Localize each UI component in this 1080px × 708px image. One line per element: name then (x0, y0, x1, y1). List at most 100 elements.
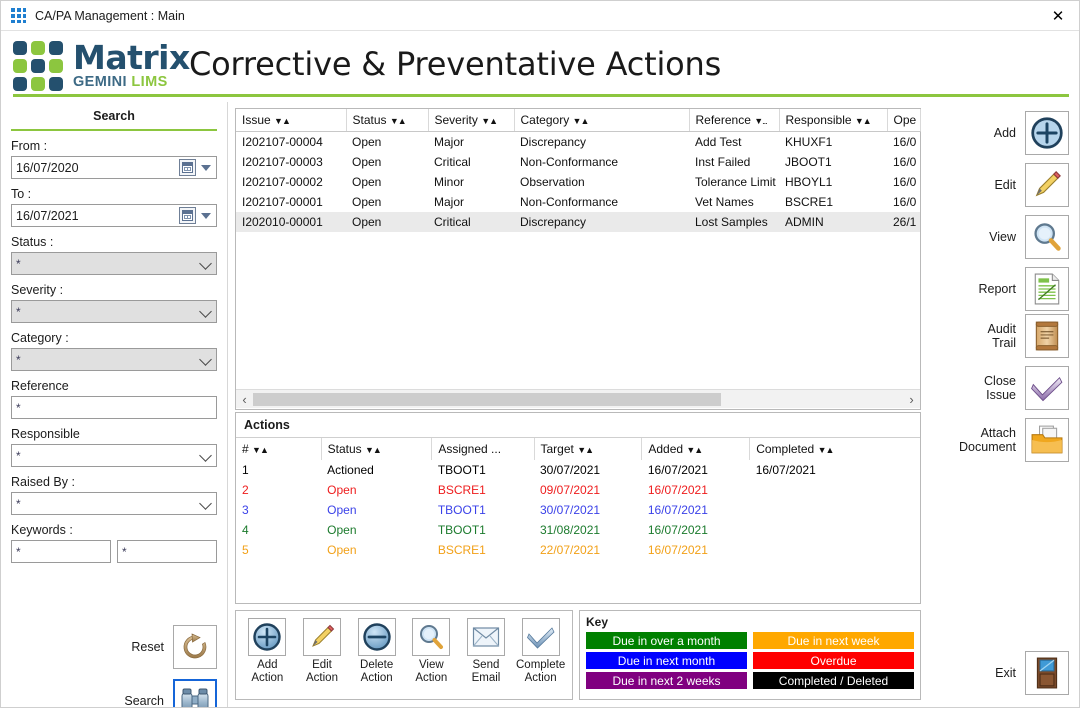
column-header-issue[interactable]: Issue ▼▲ (236, 109, 346, 132)
column-header-target[interactable]: Target ▼▲ (534, 438, 642, 460)
window-titlebar: CA/PA Management : Main ✕ (1, 1, 1080, 31)
scroll-left-icon[interactable]: ‹ (236, 391, 253, 408)
add-action-button[interactable]: Add Action (240, 618, 294, 685)
send-email-button[interactable]: Send Email (459, 618, 513, 685)
matrix-gemini-logo: Matrix GEMINI LIMS (13, 41, 190, 90)
cell-target: 31/08/2021 (534, 520, 642, 540)
key-item: Due in over a month (586, 632, 747, 649)
reference-input[interactable]: * (11, 396, 217, 419)
close-icon[interactable]: ✕ (1035, 1, 1080, 30)
table-row[interactable]: 1 Actioned TBOOT1 30/07/2021 16/07/2021 … (236, 460, 920, 480)
column-header-assigned[interactable]: Assigned ... (432, 438, 534, 460)
column-header-opened[interactable]: Ope (887, 109, 920, 132)
column-header-reference[interactable]: Reference ▼... (689, 109, 779, 132)
scroll-right-icon[interactable]: › (903, 391, 920, 408)
cell-added: 16/07/2021 (642, 520, 750, 540)
calendar-icon[interactable] (179, 159, 196, 176)
pencil-icon (308, 623, 336, 651)
report-document-icon (1032, 273, 1062, 305)
responsible-select[interactable]: * (11, 444, 217, 467)
keyword-2-input[interactable]: * (117, 540, 217, 563)
calendar-icon[interactable] (179, 207, 196, 224)
column-header-responsible[interactable]: Responsible ▼▲ (779, 109, 887, 132)
category-select[interactable]: * (11, 348, 217, 371)
status-select[interactable]: * (11, 252, 217, 275)
view-button[interactable]: View (989, 215, 1069, 259)
cell-completed (750, 480, 920, 500)
scrollbar-track[interactable] (253, 392, 903, 407)
exit-button[interactable]: Exit (995, 651, 1069, 695)
edit-action-button[interactable]: Edit Action (295, 618, 349, 685)
view-action-button[interactable]: View Action (404, 618, 458, 685)
table-row[interactable]: 5 Open BSCRE1 22/07/2021 16/07/2021 (236, 540, 920, 560)
severity-select[interactable]: * (11, 300, 217, 323)
column-header-added[interactable]: Added ▼▲ (642, 438, 750, 460)
cell-reference: Tolerance Limit (689, 172, 779, 192)
chevron-down-icon[interactable] (201, 213, 211, 219)
cell-assigned: BSCRE1 (432, 480, 534, 500)
cell-target: 30/07/2021 (534, 460, 642, 480)
cell-severity: Minor (428, 172, 514, 192)
cell-issue: I202107-00003 (236, 152, 346, 172)
cell-completed (750, 500, 920, 520)
close-issue-button[interactable]: Close Issue (984, 366, 1069, 410)
chevron-down-icon[interactable] (201, 165, 211, 171)
table-row[interactable]: I202107-00001 Open Major Non-Conformance… (236, 192, 920, 212)
key-item: Overdue (753, 652, 914, 669)
cell-added: 16/07/2021 (642, 460, 750, 480)
issues-grid-hscrollbar[interactable]: ‹ › (236, 389, 920, 408)
cell-target: 09/07/2021 (534, 480, 642, 500)
table-row[interactable]: I202107-00002 Open Minor Observation Tol… (236, 172, 920, 192)
actions-panel: Actions # ▼▲ Status ▼▲ Assigned ... Targ… (235, 412, 921, 604)
rt-label-line1: Attach (981, 426, 1016, 440)
cell-added: 16/07/2021 (642, 540, 750, 560)
column-header-category[interactable]: Category ▼▲ (514, 109, 689, 132)
plus-circle-icon (253, 623, 281, 651)
cell-status: Actioned (321, 460, 432, 480)
cell-responsible: JBOOT1 (779, 152, 887, 172)
add-button[interactable]: Add (994, 111, 1069, 155)
table-row-selected[interactable]: I202010-00001 Open Critical Discrepancy … (236, 212, 920, 232)
edit-button[interactable]: Edit (994, 163, 1069, 207)
table-row[interactable]: I202107-00003 Open Critical Non-Conforma… (236, 152, 920, 172)
at-label-line2: Action (251, 672, 283, 684)
audit-trail-button[interactable]: Audit Trail (988, 314, 1070, 358)
complete-action-button[interactable]: Complete Action (514, 618, 568, 685)
reference-value: * (16, 401, 21, 415)
magnifier-icon (1031, 221, 1063, 253)
cell-status: Open (321, 500, 432, 520)
keyword-1-input[interactable]: * (11, 540, 111, 563)
issues-header-row: Issue ▼▲ Status ▼▲ Severity ▼▲ Category … (236, 109, 920, 132)
raised-by-select[interactable]: * (11, 492, 217, 515)
reset-button[interactable] (173, 625, 217, 669)
column-header-severity[interactable]: Severity ▼▲ (428, 109, 514, 132)
column-header-completed[interactable]: Completed ▼▲ (750, 438, 920, 460)
cell-responsible: BSCRE1 (779, 192, 887, 212)
column-header-number[interactable]: # ▼▲ (236, 438, 321, 460)
cell-issue: I202010-00001 (236, 212, 346, 232)
scrollbar-thumb[interactable] (253, 393, 721, 406)
envelope-icon (472, 625, 500, 649)
at-label-line2: Action (525, 672, 557, 684)
delete-action-button[interactable]: Delete Action (350, 618, 404, 685)
attach-document-button[interactable]: Attach Document (959, 418, 1069, 462)
search-button[interactable] (173, 679, 217, 708)
column-header-action-status[interactable]: Status ▼▲ (321, 438, 432, 460)
to-date-input[interactable]: 16/07/2021 (11, 204, 217, 227)
table-row[interactable]: 3 Open TBOOT1 30/07/2021 16/07/2021 (236, 500, 920, 520)
table-row[interactable]: 2 Open BSCRE1 09/07/2021 16/07/2021 (236, 480, 920, 500)
cell-reference: Add Test (689, 132, 779, 153)
report-button[interactable]: Report (978, 267, 1069, 311)
cell-issue: I202107-00001 (236, 192, 346, 212)
logo-squares-icon (13, 41, 65, 89)
table-row[interactable]: 4 Open TBOOT1 31/08/2021 16/07/2021 (236, 520, 920, 540)
refresh-arrow-icon (180, 632, 210, 662)
at-label-line2: Action (306, 672, 338, 684)
table-row[interactable]: I202107-00004 Open Major Discrepancy Add… (236, 132, 920, 153)
actions-panel-title: Actions (236, 413, 920, 438)
at-label-line1: Complete (516, 659, 565, 671)
cell-status: Open (321, 480, 432, 500)
from-date-input[interactable]: 16/07/2020 (11, 156, 217, 179)
column-header-status[interactable]: Status ▼▲ (346, 109, 428, 132)
at-label-line1: Edit (312, 659, 332, 671)
